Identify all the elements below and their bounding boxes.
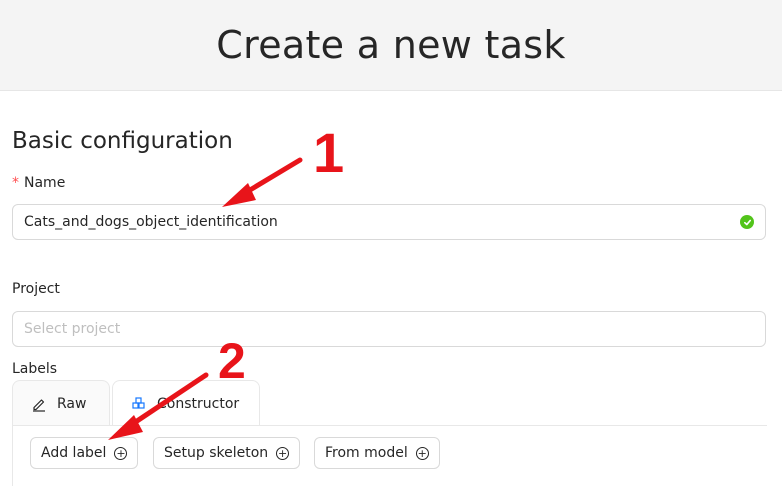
arrow-2-shaft [125,372,209,430]
annotation-number-1: 1 [313,121,345,184]
annotation-arrows [108,157,303,440]
annotation-number-2: 2 [218,333,246,389]
